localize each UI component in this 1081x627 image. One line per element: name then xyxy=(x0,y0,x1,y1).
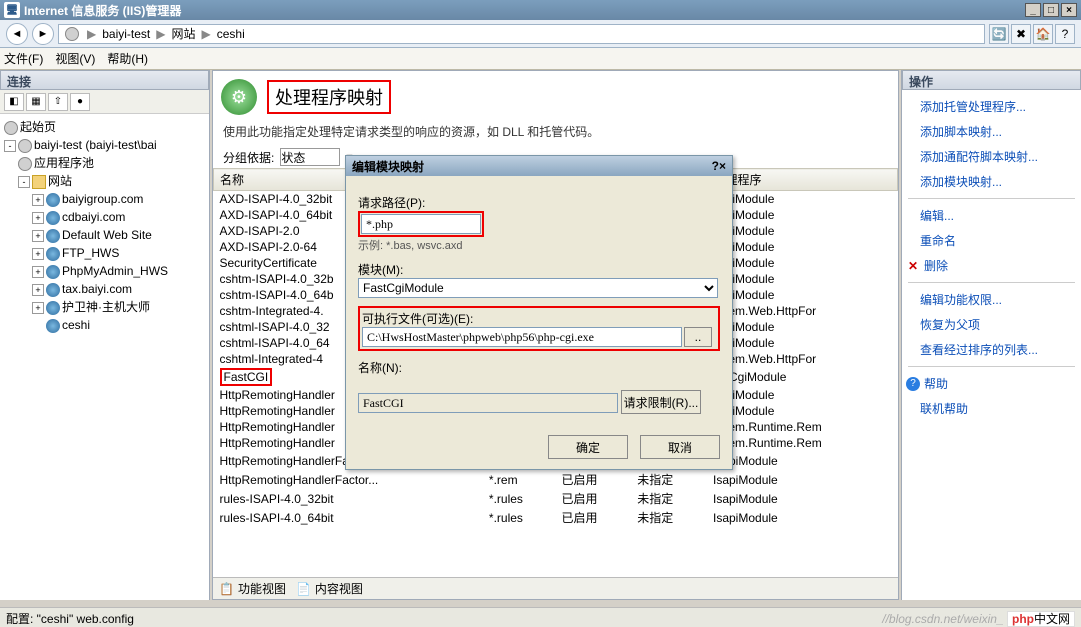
tree-refresh-button[interactable]: ● xyxy=(70,93,90,111)
breadcrumb-part[interactable]: baiyi-test xyxy=(102,27,150,41)
tree-server[interactable]: baiyi-test (baiyi-test\bai xyxy=(34,138,157,152)
stop-button[interactable]: ✖ xyxy=(1011,24,1031,44)
window-title: Internet 信息服务 (IIS)管理器 xyxy=(24,2,181,19)
executable-input[interactable] xyxy=(362,327,682,347)
forward-button[interactable]: ► xyxy=(32,23,54,45)
dialog-title: 编辑模块映射 xyxy=(352,158,424,175)
request-limit-button[interactable]: 请求限制(R)... xyxy=(621,390,701,414)
table-row[interactable]: rules-ISAPI-4.0_64bit*.rules已启用未指定IsapiM… xyxy=(214,508,898,527)
tree-site[interactable]: tax.baiyi.com xyxy=(62,282,132,296)
group-input[interactable] xyxy=(280,148,340,166)
exe-label: 可执行文件(可选)(E): xyxy=(362,310,716,327)
menu-view[interactable]: 视图(V) xyxy=(55,50,95,67)
action-sorted[interactable]: 查看经过排序的列表... xyxy=(902,337,1081,362)
actions-header: 操作 xyxy=(902,70,1081,90)
page-title: 处理程序映射 xyxy=(267,80,391,114)
menu-help[interactable]: 帮助(H) xyxy=(107,50,148,67)
handler-mapping-icon: ⚙ xyxy=(221,79,257,115)
action-add-wildcard[interactable]: 添加通配符脚本映射... xyxy=(902,144,1081,169)
name-input[interactable] xyxy=(358,393,618,413)
tree-site[interactable]: FTP_HWS xyxy=(62,246,119,260)
tree-start[interactable]: 起始页 xyxy=(20,120,56,134)
module-select[interactable]: FastCgiModule xyxy=(358,278,718,298)
watermark: //blog.csdn.net/weixin_ xyxy=(882,612,1003,626)
table-row[interactable]: rules-ISAPI-4.0_32bit*.rules已启用未指定IsapiM… xyxy=(214,489,898,508)
dialog-close-button[interactable]: × xyxy=(719,159,726,173)
action-edit-perm[interactable]: 编辑功能权限... xyxy=(902,287,1081,312)
refresh-button[interactable]: 🔄 xyxy=(989,24,1009,44)
tree-up-button[interactable]: ⇧ xyxy=(48,93,68,111)
breadcrumb[interactable]: ▶ baiyi-test ▶ 网站 ▶ ceshi xyxy=(58,24,985,44)
browse-button[interactable]: .. xyxy=(684,327,712,347)
menu-file[interactable]: 文件(F) xyxy=(4,50,43,67)
menu-bar: 文件(F) 视图(V) 帮助(H) xyxy=(0,48,1081,70)
brand-logo: php中文网 xyxy=(1007,611,1075,627)
title-bar: 🖥 Internet 信息服务 (IIS)管理器 _ □ × xyxy=(0,0,1081,20)
tree-site[interactable]: Default Web Site xyxy=(62,228,152,242)
maximize-button[interactable]: □ xyxy=(1043,3,1059,17)
cancel-button[interactable]: 取消 xyxy=(640,435,720,459)
tree-expand-button[interactable]: ▦ xyxy=(26,93,46,111)
tree-site[interactable]: baiyigroup.com xyxy=(62,192,143,206)
action-online-help[interactable]: 联机帮助 xyxy=(902,396,1081,421)
connections-tree[interactable]: 起始页 -baiyi-test (baiyi-test\bai 应用程序池 -网… xyxy=(0,114,209,600)
tree-apppool[interactable]: 应用程序池 xyxy=(34,156,94,170)
action-add-managed[interactable]: 添加托管处理程序... xyxy=(902,94,1081,119)
back-button[interactable]: ◄ xyxy=(6,23,28,45)
iis-icon: 🖥 xyxy=(4,2,20,18)
status-bar: 配置: "ceshi" web.config //blog.csdn.net/w… xyxy=(0,607,1081,627)
tree-toolbar: ◧ ▦ ⇧ ● xyxy=(0,90,209,114)
tab-feature-view[interactable]: 📋 功能视图 xyxy=(219,580,286,597)
table-row[interactable]: HttpRemotingHandlerFactor...*.rem已启用未指定I… xyxy=(214,470,898,489)
tree-site[interactable]: cdbaiyi.com xyxy=(62,210,125,224)
tree-site[interactable]: PhpMyAdmin_HWS xyxy=(62,264,168,278)
path-label: 请求路径(P): xyxy=(358,194,720,211)
tree-site[interactable]: 护卫神·主机大师 xyxy=(62,300,150,314)
breadcrumb-icon xyxy=(65,27,79,41)
group-label: 分组依据: xyxy=(223,149,274,166)
action-add-module[interactable]: 添加模块映射... xyxy=(902,169,1081,194)
action-add-script[interactable]: 添加脚本映射... xyxy=(902,119,1081,144)
config-status: 配置: "ceshi" web.config xyxy=(6,610,134,625)
close-button[interactable]: × xyxy=(1061,3,1077,17)
dialog-help-button[interactable]: ? xyxy=(712,159,719,173)
col-handler[interactable]: 处理程序 xyxy=(707,169,898,191)
request-path-input[interactable] xyxy=(361,214,481,234)
nav-toolbar: ◄ ► ▶ baiyi-test ▶ 网站 ▶ ceshi 🔄 ✖ 🏠 ? xyxy=(0,20,1081,48)
delete-x-icon: ✕ xyxy=(906,259,920,273)
edit-module-mapping-dialog: 编辑模块映射 ? × 请求路径(P): 示例: *.bas, wsvc.axd … xyxy=(345,155,733,470)
breadcrumb-part[interactable]: 网站 xyxy=(172,25,196,42)
home-button[interactable]: 🏠 xyxy=(1033,24,1053,44)
module-label: 模块(M): xyxy=(358,261,720,278)
connections-header: 连接 xyxy=(0,70,209,90)
help-button[interactable]: ? xyxy=(1055,24,1075,44)
name-label: 名称(N): xyxy=(358,359,720,376)
tree-site-selected[interactable]: ceshi xyxy=(62,318,90,332)
tree-sites[interactable]: 网站 xyxy=(48,174,72,188)
action-delete[interactable]: ✕删除 xyxy=(902,253,1081,278)
help-icon: ? xyxy=(906,377,920,391)
action-edit[interactable]: 编辑... xyxy=(902,203,1081,228)
collapse-icon[interactable]: - xyxy=(4,140,16,152)
path-hint: 示例: *.bas, wsvc.axd xyxy=(358,237,720,253)
tree-collapse-button[interactable]: ◧ xyxy=(4,93,24,111)
tab-content-view[interactable]: 📄 内容视图 xyxy=(296,580,363,597)
action-help[interactable]: ?帮助 xyxy=(902,371,1081,396)
page-desc: 使用此功能指定处理特定请求类型的响应的资源，如 DLL 和托管代码。 xyxy=(213,123,898,146)
breadcrumb-part[interactable]: ceshi xyxy=(217,27,245,41)
action-restore[interactable]: 恢复为父项 xyxy=(902,312,1081,337)
action-rename[interactable]: 重命名 xyxy=(902,228,1081,253)
minimize-button[interactable]: _ xyxy=(1025,3,1041,17)
ok-button[interactable]: 确定 xyxy=(548,435,628,459)
